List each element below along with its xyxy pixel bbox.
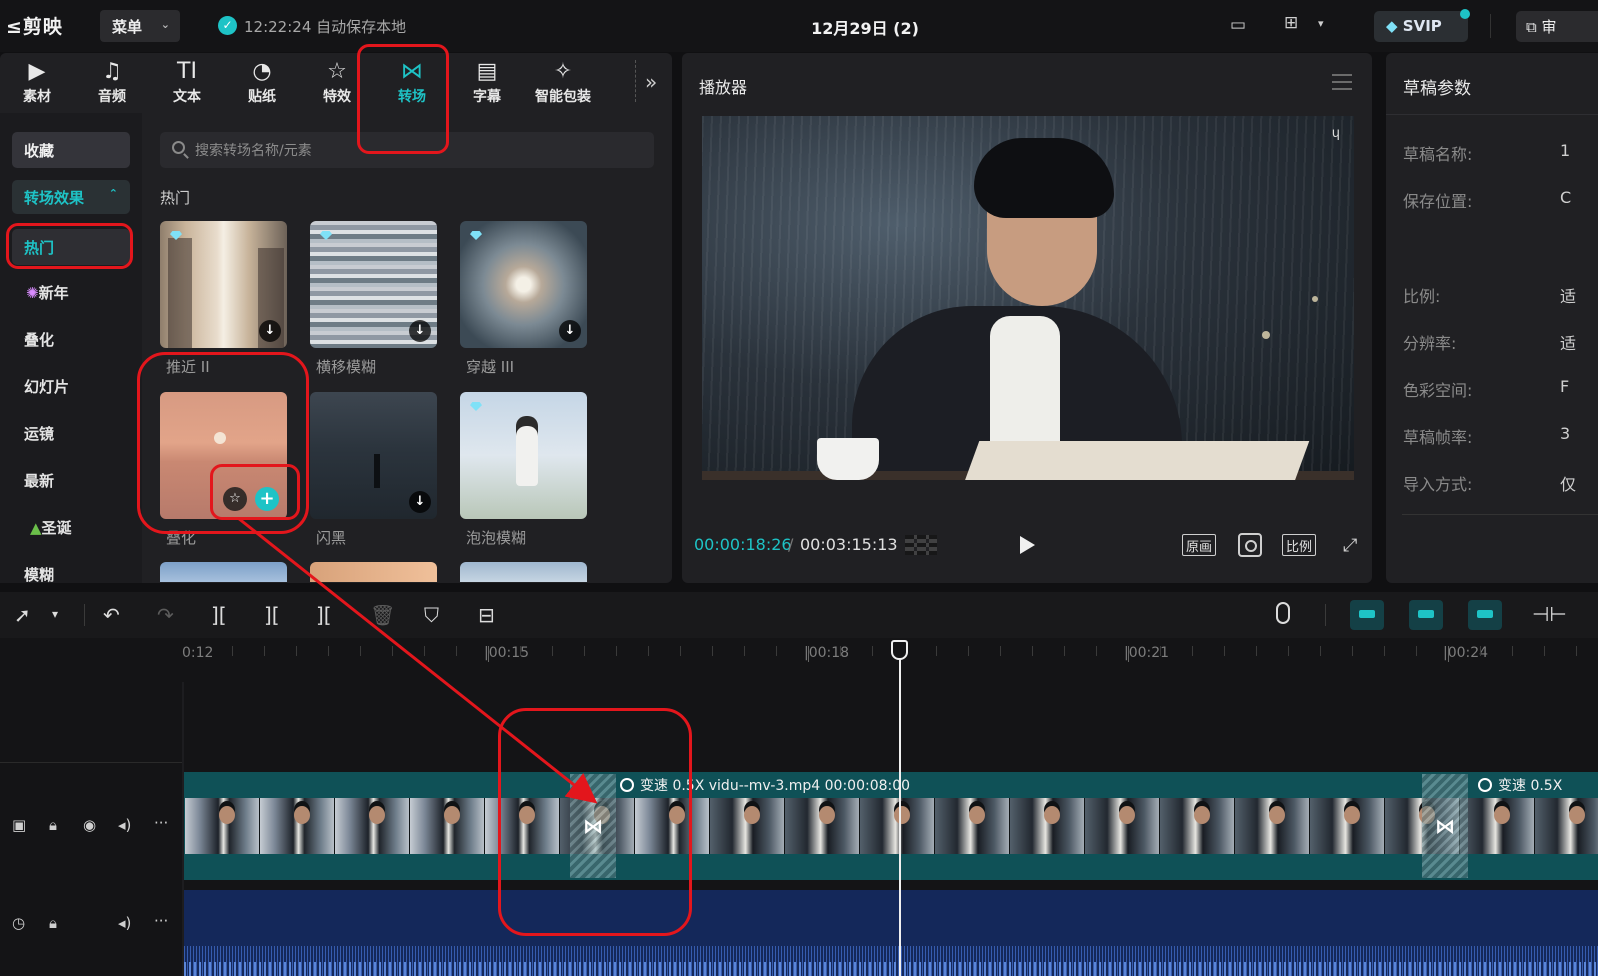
annotation-arrow [237,516,598,804]
